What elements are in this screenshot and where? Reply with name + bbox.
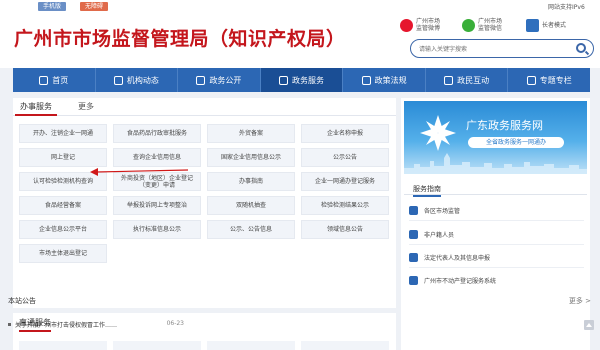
search-input[interactable] [419, 43, 569, 55]
service-item[interactable]: 市场主体退出登记 [19, 244, 107, 263]
gd-gov-service-banner[interactable]: 广东政务服务网 全省政务服务一网通办 [404, 101, 587, 174]
service-item-placeholder [113, 341, 201, 350]
divider [404, 194, 587, 195]
right-panel: 广东政务服务网 全省政务服务一网通办 服务指南 各区市场监管 非户籍人员 法定代… [401, 98, 590, 350]
wechat-link[interactable]: 广州市场 监管微信 [462, 16, 502, 34]
person-icon [409, 252, 418, 262]
weibo-label: 广州市场 监管微博 [416, 18, 441, 32]
nav-home[interactable]: 首页 [13, 68, 96, 92]
news-icon [113, 75, 123, 85]
divider [409, 244, 584, 245]
nav-gov-service[interactable]: 政务服务 [260, 68, 344, 92]
service-item[interactable]: 企业名称申报 [301, 124, 389, 143]
book-icon [361, 75, 371, 85]
services-tabs: 办事服务 更多 [13, 98, 396, 116]
tab-more[interactable]: 更多 [73, 98, 99, 116]
search-box [410, 39, 594, 58]
service-item-placeholder [301, 341, 389, 350]
site-title: 广州市市场监督管理局（知识产权局） [14, 28, 346, 50]
heart-icon [279, 75, 289, 85]
service-item[interactable]: 执行标准信息公示 [113, 220, 201, 239]
service-item[interactable]: 外贸备案 [207, 124, 295, 143]
nav-policy[interactable]: 政策法规 [343, 68, 426, 92]
service-item-placeholder [19, 341, 107, 350]
divider [409, 220, 584, 221]
services-panel: 办事服务 更多 开办、注销企业一网通 食品药品行政审批服务 外贸备案 企业名称申… [13, 98, 396, 308]
elder-mode-icon [526, 18, 539, 32]
weibo-link[interactable]: 广州市场 监管微博 [400, 16, 440, 34]
services-grid: 开办、注销企业一网通 食品药品行政审批服务 外贸备案 企业名称申报 网上登记 查… [19, 124, 391, 263]
elder-mode-link[interactable]: 长者模式 [526, 16, 566, 34]
topic-icon [526, 75, 536, 85]
elder-mode-label: 长者模式 [542, 21, 567, 29]
notice-more-link[interactable]: 更多 > [569, 296, 591, 306]
search-icon[interactable] [576, 43, 586, 53]
notice-item[interactable]: 关于开展广州市打击侵权假冒工作…… 06-23 [8, 320, 184, 329]
direct-services-panel: 直通服务 [13, 313, 396, 350]
banner-title: 广东政务服务网 [466, 119, 543, 132]
guide-item[interactable]: 法定代表人及其信息申报 [409, 249, 490, 265]
weibo-icon [400, 18, 413, 32]
city-skyline-icon [404, 153, 587, 174]
wechat-label: 广州市场 监管微信 [478, 18, 503, 32]
chat-icon [444, 75, 454, 85]
service-item[interactable]: 企业一网通办登记服务 [301, 172, 389, 191]
service-item[interactable]: 食品药品行政审批服务 [113, 124, 201, 143]
service-item[interactable]: 网上登记 [19, 148, 107, 167]
top-strip: 手机版 无障碍 网站支持IPv6 [0, 0, 600, 12]
nav-topics[interactable]: 专题专栏 [508, 68, 590, 92]
gd-gov-logo-icon [420, 115, 456, 151]
mobile-version-link[interactable]: 手机版 [38, 2, 67, 11]
back-to-top-button[interactable] [584, 320, 594, 330]
wechat-icon [462, 18, 475, 32]
banner-button[interactable]: 全省政务服务一网通办 [468, 137, 564, 148]
service-item[interactable]: 开办、注销企业一网通 [19, 124, 107, 143]
service-item[interactable]: 国家企业信用信息公示 [207, 148, 295, 167]
tab-services[interactable]: 办事服务 [15, 98, 57, 116]
divider [409, 267, 584, 268]
service-item[interactable]: 办事指南 [207, 172, 295, 191]
nav-news[interactable]: 机构动态 [96, 68, 179, 92]
home-icon [409, 275, 418, 285]
service-item[interactable]: 领域信息公告 [301, 220, 389, 239]
nav-interaction[interactable]: 政民互动 [426, 68, 509, 92]
service-item[interactable]: 公示公告 [301, 148, 389, 167]
guide-item[interactable]: 各区市场监管 [409, 202, 460, 218]
guide-item[interactable]: 广州市不动产登记服务系统 [409, 272, 496, 288]
annotation-arrow-icon [90, 168, 189, 176]
service-item[interactable]: 双随机抽查 [207, 196, 295, 215]
home-icon [39, 75, 49, 85]
id-card-icon [409, 229, 418, 239]
service-guide-title: 服务指南 [413, 184, 441, 197]
service-item-placeholder [207, 341, 295, 350]
guide-item[interactable]: 非户籍人员 [409, 226, 454, 242]
service-item[interactable]: 检验检测结果公示 [301, 196, 389, 215]
document-icon [196, 75, 206, 85]
service-item[interactable]: 举报投诉网上专项整治 [113, 196, 201, 215]
notice-title: 本站公告 [8, 297, 36, 305]
bullet-icon [8, 323, 11, 326]
ipv6-label: 网站支持IPv6 [548, 4, 585, 11]
service-item[interactable]: 食品经营备案 [19, 196, 107, 215]
main-nav: 首页 机构动态 政务公开 政务服务 政策法规 政民互动 专题专栏 [13, 68, 590, 92]
service-item[interactable]: 企业信息公示平台 [19, 220, 107, 239]
site-header: 广州市市场监督管理局（知识产权局） 广州市场 监管微博 广州市场 监管微信 长者… [0, 12, 600, 68]
building-icon [409, 205, 418, 215]
nav-gov-open[interactable]: 政务公开 [178, 68, 261, 92]
service-item[interactable]: 公示、公告信息 [207, 220, 295, 239]
service-item[interactable]: 查询企业信用信息 [113, 148, 201, 167]
accessibility-link[interactable]: 无障碍 [80, 2, 109, 11]
